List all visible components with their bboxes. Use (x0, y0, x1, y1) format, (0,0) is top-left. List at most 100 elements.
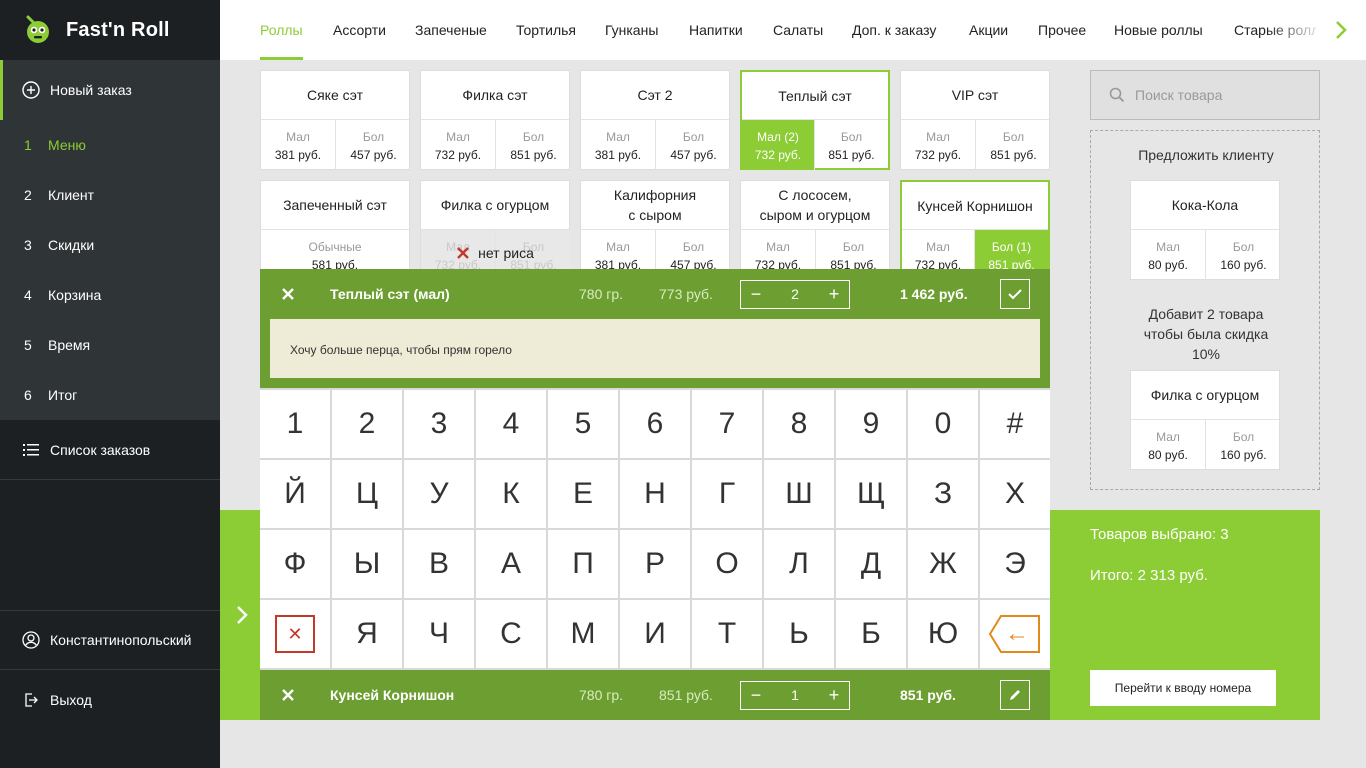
increase-button[interactable]: + (819, 682, 849, 709)
size-option[interactable]: Бол 851 руб. (496, 120, 571, 170)
size-option[interactable]: Бол 851 руб. (976, 120, 1051, 170)
key[interactable]: П (548, 530, 618, 598)
key[interactable]: 9 (836, 390, 906, 458)
size-option[interactable]: Мал 381 руб. (581, 120, 656, 170)
user-profile[interactable]: Константинопольский (0, 610, 220, 670)
remove-line-button[interactable] (278, 685, 298, 705)
key[interactable]: 7 (692, 390, 762, 458)
key[interactable]: 5 (548, 390, 618, 458)
comment-field[interactable]: Хочу больше перца, чтобы прям горело (270, 319, 1040, 378)
key[interactable]: Х (980, 460, 1050, 528)
confirm-button[interactable] (1000, 279, 1030, 309)
step-discounts[interactable]: 3 Скидки (0, 220, 220, 270)
product-card[interactable]: С лососем, сыром и огурцом Мал 732 руб. Б… (740, 180, 890, 280)
key[interactable]: Е (548, 460, 618, 528)
size-option[interactable]: Бол 851 руб. (815, 120, 888, 170)
key[interactable]: Л (764, 530, 834, 598)
key[interactable]: 0 (908, 390, 978, 458)
search-input[interactable]: Поиск товара (1090, 70, 1320, 120)
tab-new-rolls[interactable]: Новые роллы (1114, 0, 1203, 60)
size-option[interactable]: Бол 457 руб. (656, 120, 731, 170)
size-option[interactable]: Мал 80 руб. (1131, 420, 1206, 470)
tab-tortilla[interactable]: Тортилья (516, 0, 576, 60)
key[interactable]: С (476, 600, 546, 668)
key[interactable]: Ч (404, 600, 474, 668)
remove-line-button[interactable] (278, 284, 298, 304)
decrease-button[interactable]: − (741, 682, 771, 709)
size-option[interactable]: Бол 457 руб. (336, 120, 411, 170)
tab-assorti[interactable]: Ассорти (333, 0, 386, 60)
size-option[interactable]: Мал 381 руб. (261, 120, 336, 170)
step-cart[interactable]: 4 Корзина (0, 270, 220, 320)
key[interactable]: Ь (764, 600, 834, 668)
key[interactable]: Г (692, 460, 762, 528)
tab-rolls[interactable]: Роллы (260, 0, 303, 60)
step-client[interactable]: 2 Клиент (0, 170, 220, 220)
key[interactable]: Д (836, 530, 906, 598)
key[interactable]: Ц (332, 460, 402, 528)
key[interactable]: 3 (404, 390, 474, 458)
key[interactable]: Й (260, 460, 330, 528)
decrease-button[interactable]: − (741, 281, 771, 308)
backspace-key[interactable]: ← (980, 600, 1050, 668)
key[interactable]: 2 (332, 390, 402, 458)
key[interactable]: Я (332, 600, 402, 668)
key[interactable]: Ю (908, 600, 978, 668)
key[interactable]: О (692, 530, 762, 598)
key[interactable]: Б (836, 600, 906, 668)
key[interactable]: И (620, 600, 690, 668)
key[interactable]: В (404, 530, 474, 598)
tab-other[interactable]: Прочее (1038, 0, 1086, 60)
key[interactable]: Ы (332, 530, 402, 598)
key[interactable]: Щ (836, 460, 906, 528)
product-card[interactable]: VIP сэт Мал 732 руб. Бол 851 руб. (900, 70, 1050, 170)
key[interactable]: Ф (260, 530, 330, 598)
tab-gunkan[interactable]: Гунканы (605, 0, 658, 60)
size-option[interactable]: Мал 80 руб. (1131, 230, 1206, 280)
step-time[interactable]: 5 Время (0, 320, 220, 370)
key[interactable]: Э (980, 530, 1050, 598)
suggested-product[interactable]: Кока-Кола Мал 80 руб. Бол 160 руб. (1130, 180, 1280, 280)
suggested-product[interactable]: Филка с огурцом Мал 80 руб. Бол 160 руб. (1130, 370, 1280, 470)
clear-key[interactable]: ✕ (260, 600, 330, 668)
product-card[interactable]: Филка сэт Мал 732 руб. Бол 851 руб. (420, 70, 570, 170)
tab-baked[interactable]: Запеченые (415, 0, 487, 60)
key[interactable]: Р (620, 530, 690, 598)
key[interactable]: Ж (908, 530, 978, 598)
logout-button[interactable]: Выход (0, 670, 220, 730)
key[interactable]: Т (692, 600, 762, 668)
key[interactable]: 6 (620, 390, 690, 458)
tab-promo[interactable]: Акции (969, 0, 1008, 60)
new-order-button[interactable]: Новый заказ (0, 60, 220, 120)
go-to-phone-button[interactable]: Перейти к вводу номера (1090, 670, 1276, 706)
step-summary[interactable]: 6 Итог (0, 370, 220, 420)
tab-extras[interactable]: Доп. к заказу (852, 0, 936, 60)
orders-list-button[interactable]: Список заказов (0, 420, 220, 480)
key[interactable]: З (908, 460, 978, 528)
tab-drinks[interactable]: Напитки (689, 0, 743, 60)
product-card-selected[interactable]: Кунсей Корнишон Мал 732 руб. Бол (1) 851 р… (900, 180, 1050, 280)
key[interactable]: 4 (476, 390, 546, 458)
size-option[interactable]: Мал 732 руб. (421, 120, 496, 170)
size-option-selected[interactable]: Мал (2) 732 руб. (742, 120, 815, 170)
key[interactable]: У (404, 460, 474, 528)
key[interactable]: М (548, 600, 618, 668)
size-option[interactable]: Бол 160 руб. (1206, 420, 1281, 470)
key[interactable]: # (980, 390, 1050, 458)
key[interactable]: К (476, 460, 546, 528)
product-card[interactable]: Калифорния с сыром Мал 381 руб. Бол 457 ру… (580, 180, 730, 280)
step-menu[interactable]: 1 Меню (0, 120, 220, 170)
key[interactable]: Н (620, 460, 690, 528)
product-card-selected[interactable]: Теплый сэт Мал (2) 732 руб. Бол 851 руб. (740, 70, 890, 170)
key[interactable]: А (476, 530, 546, 598)
size-option[interactable]: Бол 160 руб. (1206, 230, 1281, 280)
key[interactable]: Ш (764, 460, 834, 528)
size-option[interactable]: Мал 732 руб. (901, 120, 976, 170)
tab-salads[interactable]: Салаты (773, 0, 823, 60)
product-card[interactable]: Сяке сэт Мал 381 руб. Бол 457 руб. (260, 70, 410, 170)
product-card[interactable]: Запеченный сэт Обычные 581 руб. (260, 180, 410, 280)
product-card[interactable]: Сэт 2 Мал 381 руб. Бол 457 руб. (580, 70, 730, 170)
key[interactable]: 8 (764, 390, 834, 458)
edit-line-button[interactable] (1000, 680, 1030, 710)
key[interactable]: 1 (260, 390, 330, 458)
